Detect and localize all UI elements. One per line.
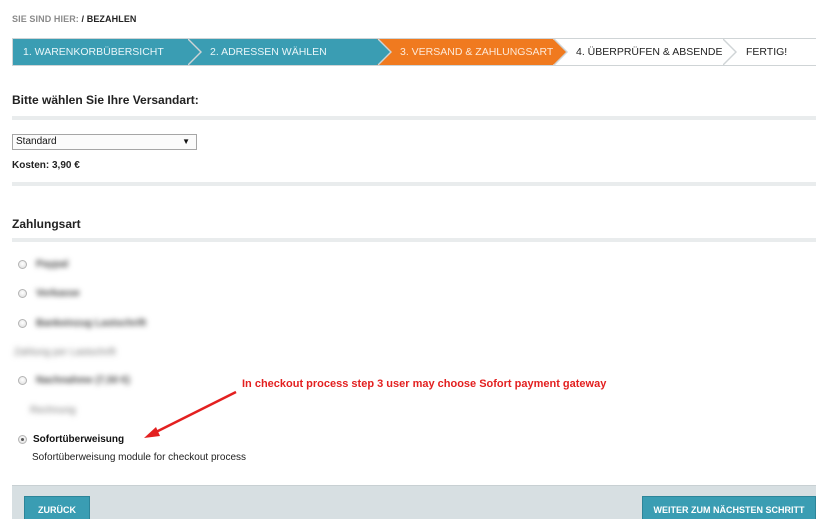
payment-option-description: Zahlung per Lastschrift (14, 347, 116, 358)
checkout-steps: 1. WARENKORBÜBERSICHT 2. ADRESSEN WÄHLEN… (12, 38, 816, 66)
payment-option-sofort[interactable]: Sofortüberweisung (18, 434, 124, 445)
payment-option-label: Bankeinzug Lastschrift (36, 318, 147, 329)
payment-heading: Zahlungsart (12, 217, 81, 231)
step-review-submit: 4. ÜBERPRÜFEN & ABSENDEN (553, 38, 737, 66)
divider (12, 116, 816, 120)
step-label: 3. VERSAND & ZAHLUNGSART (400, 46, 554, 58)
payment-option-label: Nachnahme (7,50 €) (36, 375, 130, 386)
payment-option-blurred[interactable]: Vorkasse (18, 288, 80, 299)
payment-option-label: Sofortüberweisung (33, 434, 125, 445)
shipping-heading: Bitte wählen Sie Ihre Versandart: (12, 93, 199, 107)
divider (12, 238, 816, 242)
shipping-method-select[interactable]: Standard ▼ (12, 134, 197, 150)
payment-option-blurred[interactable]: Paypal (18, 259, 68, 270)
payment-option-description: Sofortüberweisung module for checkout pr… (32, 452, 247, 463)
radio-button-checked[interactable] (18, 435, 27, 444)
breadcrumb: SIE SIND HIER: / BEZAHLEN (12, 14, 137, 24)
step-label: 1. WARENKORBÜBERSICHT (23, 46, 164, 58)
payment-option-blurred[interactable]: Nachnahme (7,50 €) (18, 375, 130, 386)
annotation-text: In checkout process step 3 user may choo… (242, 378, 607, 390)
payment-option-label: Vorkasse (36, 288, 80, 299)
radio-button[interactable] (18, 376, 27, 385)
breadcrumb-label: SIE SIND HIER: (12, 14, 79, 24)
payment-option-description: Rechnung (30, 405, 76, 416)
step-addresses[interactable]: 2. ADRESSEN WÄHLEN (187, 38, 392, 66)
shipping-method-value: Standard (16, 136, 57, 147)
radio-button[interactable] (18, 289, 27, 298)
radio-button[interactable] (18, 260, 27, 269)
step-label: FERTIG! (746, 46, 788, 58)
step-cart-overview[interactable]: 1. WARENKORBÜBERSICHT (13, 38, 202, 66)
breadcrumb-current: / BEZAHLEN (81, 14, 137, 24)
payment-option-label: Paypal (36, 259, 69, 270)
step-label: 2. ADRESSEN WÄHLEN (210, 46, 327, 58)
divider (12, 182, 816, 186)
shipping-cost: Kosten: 3,90 € (12, 160, 80, 171)
checkout-footer: ZURÜCK WEITER ZUM NÄCHSTEN SCHRITT (12, 485, 816, 519)
payment-option-blurred[interactable]: Bankeinzug Lastschrift (18, 318, 146, 329)
next-step-button[interactable]: WEITER ZUM NÄCHSTEN SCHRITT (642, 496, 816, 519)
step-label: 4. ÜBERPRÜFEN & ABSENDEN (576, 46, 731, 58)
caret-down-icon: ▼ (182, 137, 190, 146)
step-shipping-payment[interactable]: 3. VERSAND & ZAHLUNGSART (377, 38, 568, 66)
radio-button[interactable] (18, 319, 27, 328)
back-button[interactable]: ZURÜCK (24, 496, 90, 519)
